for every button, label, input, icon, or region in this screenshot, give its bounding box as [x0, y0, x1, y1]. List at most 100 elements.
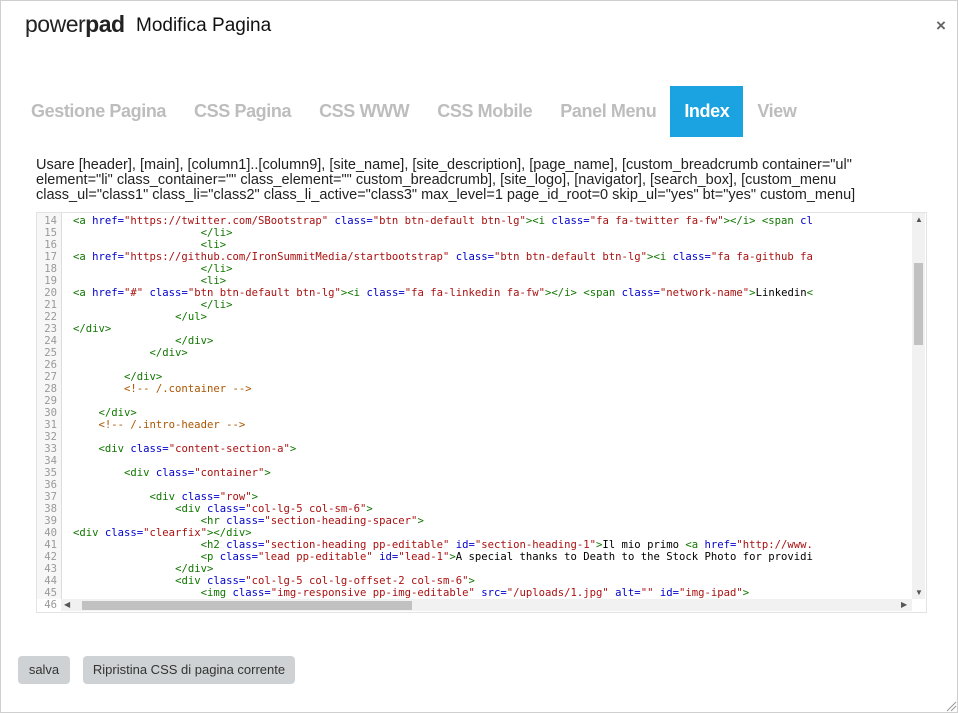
code-line[interactable]: 41 <h2 class="section-heading pp-editabl…: [37, 539, 926, 551]
resize-handle-icon[interactable]: [945, 700, 957, 712]
close-icon[interactable]: ×: [936, 16, 946, 36]
code-token: <!-- /.container -->: [124, 383, 252, 395]
code-line[interactable]: 35 <div class="container">: [37, 467, 926, 479]
tab-css-www[interactable]: CSS WWW: [305, 86, 423, 137]
line-number: 39: [44, 515, 57, 527]
code-line[interactable]: 36: [37, 479, 926, 491]
code-line[interactable]: 20 <a href="#" class="btn btn-default btn…: [37, 287, 926, 299]
code-line[interactable]: 24 </div>: [37, 335, 926, 347]
code-line[interactable]: 23 </div>: [37, 323, 926, 335]
code-line[interactable]: 18 </li>: [37, 263, 926, 275]
line-number: 23: [44, 323, 57, 335]
tab-view[interactable]: View: [743, 86, 810, 137]
code-line[interactable]: 19 <li>: [37, 275, 926, 287]
code-line[interactable]: 30 </div>: [37, 407, 926, 419]
line-number: 19: [44, 275, 57, 287]
line-code: <!-- /.intro-header -->: [73, 419, 246, 431]
horizontal-scrollbar[interactable]: ◀ ▶: [61, 599, 912, 611]
code-line[interactable]: 17 <a href="https://github.com/IronSummit…: [37, 251, 926, 263]
tab-gestione-pagina[interactable]: Gestione Pagina: [17, 86, 180, 137]
code-token: src=: [474, 587, 507, 599]
code-token: "col-lg-5 col-lg-offset-2 col-sm-6": [245, 575, 469, 587]
code-editor[interactable]: 14 <a href="https://twitter.com/SBootstra…: [36, 212, 927, 613]
code-token: href=: [92, 215, 125, 227]
tab-index[interactable]: Index: [670, 86, 744, 137]
code-line[interactable]: 45 <img class="img-responsive pp-img-edi…: [37, 587, 926, 599]
code-line[interactable]: 38 <div class="col-lg-5 col-sm-6">: [37, 503, 926, 515]
code-line[interactable]: 14 <a href="https://twitter.com/SBootstra…: [37, 215, 926, 227]
tab-bar: Gestione Pagina CSS Pagina CSS WWW CSS Mobi…: [17, 86, 810, 137]
code-token: >: [366, 503, 373, 515]
code-line[interactable]: 39 <hr class="section-heading-spacer">: [37, 515, 926, 527]
code-line[interactable]: 44 <div class="col-lg-5 col-lg-offset-2 …: [37, 575, 926, 587]
line-code: <div class="col-lg-5 col-sm-6">: [73, 503, 373, 515]
code-token: <i: [653, 251, 673, 263]
tab-css-pagina[interactable]: CSS Pagina: [180, 86, 305, 137]
line-number: 45: [44, 587, 57, 599]
code-line[interactable]: 26: [37, 359, 926, 371]
scroll-up-arrow-icon[interactable]: ▲: [915, 215, 923, 224]
code-token: <div: [175, 503, 207, 515]
code-line[interactable]: 16 <li>: [37, 239, 926, 251]
line-number: 17: [44, 251, 57, 263]
code-token: id=: [372, 551, 399, 563]
code-token: </div>: [175, 563, 214, 575]
code-token: </div>: [98, 407, 137, 419]
code-lines[interactable]: 14 <a href="https://twitter.com/SBootstra…: [37, 215, 926, 611]
line-number: 36: [44, 479, 57, 491]
code-token: class=: [226, 539, 265, 551]
line-number: 25: [44, 347, 57, 359]
code-token: <div: [98, 443, 131, 455]
code-token: <div: [124, 467, 156, 479]
code-line[interactable]: 37 <div class="row">: [37, 491, 926, 503]
code-token: <a: [73, 251, 93, 263]
code-line[interactable]: 27 </div>: [37, 371, 926, 383]
code-line[interactable]: 21 </li>: [37, 299, 926, 311]
code-token: alt=: [608, 587, 641, 599]
code-line[interactable]: 22 </ul>: [37, 311, 926, 323]
scroll-right-arrow-icon[interactable]: ▶: [901, 600, 907, 609]
line-code: </div>: [73, 407, 137, 419]
line-code: </li>: [73, 299, 233, 311]
code-token: class=: [155, 467, 195, 479]
line-code: <a href="https://github.com/IronSummitMe…: [73, 251, 813, 263]
vertical-scrollbar[interactable]: ▲ ▼: [912, 213, 925, 599]
code-token: "img-ipad": [678, 587, 743, 599]
code-line[interactable]: 31 <!-- /.intro-header -->: [37, 419, 926, 431]
code-line[interactable]: 34: [37, 455, 926, 467]
code-line[interactable]: 40 <div class="clearfix"></div>: [37, 527, 926, 539]
line-code: <li>: [73, 239, 227, 251]
code-line[interactable]: 29: [37, 395, 926, 407]
code-line[interactable]: 33 <div class="content-section-a">: [37, 443, 926, 455]
code-line[interactable]: 43 </div>: [37, 563, 926, 575]
code-token: <a: [685, 539, 705, 551]
logo-bold-text: pad: [85, 11, 125, 37]
code-token: <a: [73, 287, 93, 299]
code-token: class=: [130, 443, 169, 455]
code-line[interactable]: 28 <!-- /.container -->: [37, 383, 926, 395]
code-line[interactable]: 25 </div>: [37, 347, 926, 359]
line-number: 40: [44, 527, 57, 539]
code-line[interactable]: 32: [37, 431, 926, 443]
restore-css-button[interactable]: Ripristina CSS di pagina corrente: [83, 656, 295, 684]
tab-panel-menu[interactable]: Panel Menu: [546, 86, 670, 137]
scroll-down-arrow-icon[interactable]: ▼: [915, 588, 923, 597]
line-number: 34: [44, 455, 57, 467]
vertical-scroll-thumb[interactable]: [914, 263, 923, 345]
horizontal-scroll-thumb[interactable]: [82, 601, 412, 610]
save-button[interactable]: salva: [18, 656, 70, 684]
code-token: <li>: [200, 275, 227, 287]
tab-css-mobile[interactable]: CSS Mobile: [423, 86, 546, 137]
code-line[interactable]: 15 </li>: [37, 227, 926, 239]
scroll-left-arrow-icon[interactable]: ◀: [64, 600, 70, 609]
code-token: </div>: [149, 347, 188, 359]
code-line[interactable]: 42 <p class="lead pp-editable" id="lead-…: [37, 551, 926, 563]
